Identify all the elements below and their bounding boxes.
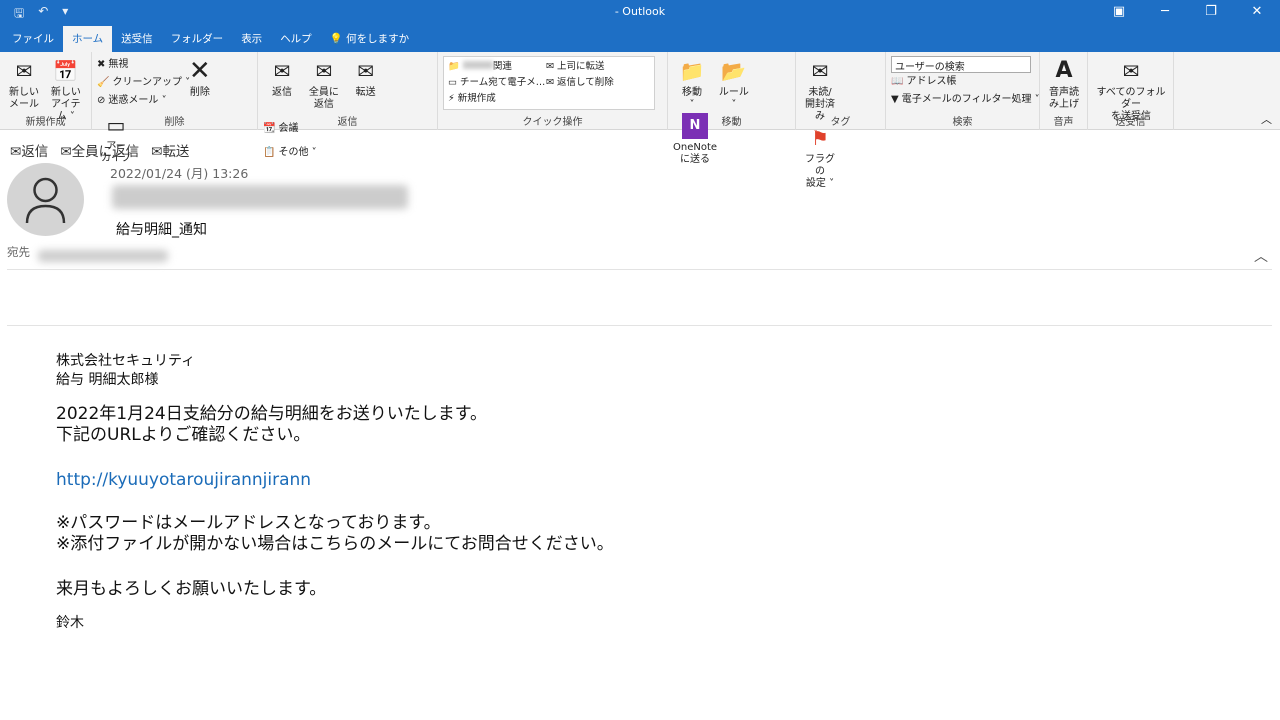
group-delete: ✖無視 🧹クリーンアップ ˅ ⊘迷惑メール ˅ ✕削除 ▭アーカイブ 削除 [92, 52, 258, 130]
group-quick-steps: 📁 関連 ▭ チーム宛て電子メ… ⚡ 新規作成 ✉ 上司に転送 ✉ 返信して削除… [438, 52, 668, 130]
person-icon [7, 163, 84, 236]
group-tags: ✉未読/開封済み ⚑フラグの設定 ˅ タグ [796, 52, 886, 130]
cleanup-icon: 🧹 [97, 77, 109, 88]
address-book-button[interactable]: 📖アドレス帳 [891, 73, 1034, 91]
reading-actions: ✉返信 ✉全員に返信 ✉転送 [10, 140, 189, 160]
reply-icon: ✉ [269, 58, 295, 84]
more-icon: 📋 [263, 147, 275, 158]
rules-button[interactable]: 📂ルール˅ [715, 56, 753, 111]
flag-icon: ⚑ [807, 125, 833, 151]
reply-all-icon: ✉ [311, 58, 337, 84]
ribbon-display-button[interactable]: ▣ [1096, 0, 1142, 26]
minimize-button[interactable]: ─ [1142, 0, 1188, 26]
ignore-button[interactable]: ✖無視 [97, 56, 177, 74]
search-people-input[interactable]: ユーザーの検索 [891, 56, 1031, 73]
cleanup-button[interactable]: 🧹クリーンアップ ˅ [97, 74, 177, 92]
forward-icon: ✉ [353, 58, 379, 84]
new-mail-icon: ✉ [11, 58, 37, 84]
collapse-ribbon-icon[interactable]: ︿ [1261, 111, 1272, 127]
read-aloud-icon: A [1051, 58, 1077, 84]
reply-action[interactable]: ✉返信 [10, 140, 48, 160]
envelope-open-icon: ✉ [807, 58, 833, 84]
address-book-icon: 📖 [891, 76, 903, 87]
group-speech: A音声読み上げ 音声 [1040, 52, 1088, 130]
reply-all-button[interactable]: ✉全員に返信 [305, 56, 343, 111]
move-button[interactable]: 📁移動˅ [673, 56, 711, 111]
reply-all-icon: ✉ [60, 144, 71, 160]
junk-icon: ⊘ [97, 95, 105, 106]
lightbulb-icon: 💡 [330, 33, 346, 45]
email-body: 株式会社セキュリティ 給与 明細太郎様 2022年1月24日支給分の給与明細をお… [56, 352, 614, 633]
reply-all-action[interactable]: ✉全員に返信 [60, 140, 139, 160]
rules-icon: 📂 [721, 58, 747, 84]
reply-icon: ✉ [10, 144, 21, 160]
new-mail-button[interactable]: ✉新しいメール [5, 56, 43, 111]
ignore-icon: ✖ [97, 59, 105, 70]
menu-tabs: ファイル ホーム 送受信 フォルダー 表示 ヘルプ 💡 何をしますか [0, 26, 1280, 52]
signature: 鈴木 [56, 614, 614, 633]
tab-home[interactable]: ホーム [63, 26, 112, 52]
group-send-receive: ✉すべてのフォルダーを送受信 送受信 [1088, 52, 1174, 130]
body-note: ※添付ファイルが開かない場合はこちらのメールにてお問合せください。 [56, 534, 614, 555]
email-subject: 給与明細_通知 [116, 219, 207, 239]
group-find: ユーザーの検索 📖アドレス帳 ▼電子メールのフィルター処理 ˅ 検索 [886, 52, 1040, 130]
forward-action[interactable]: ✉転送 [151, 140, 189, 160]
to-label: 宛先 [7, 244, 30, 260]
tab-view[interactable]: 表示 [232, 26, 271, 52]
close-button[interactable]: ✕ [1234, 0, 1280, 26]
title-bar: 🖫↶▾ - Outlook ▣ ─ ❐ ✕ [0, 0, 1280, 26]
body-note: ※パスワードはメールアドレスとなっております。 [56, 513, 614, 534]
quick-step-to-manager[interactable]: ✉ 上司に転送 [546, 59, 614, 75]
quick-step-team-email[interactable]: ▭ チーム宛て電子メ… [448, 75, 545, 91]
group-new: ✉新しいメール 📅新しいアイテム ˅ 新規作成 [0, 52, 92, 130]
divider [7, 325, 1272, 326]
tell-me-search[interactable]: 💡 何をしますか [321, 26, 418, 52]
junk-button[interactable]: ⊘迷惑メール ˅ [97, 92, 177, 110]
filter-email-button[interactable]: ▼電子メールのフィルター処理 ˅ [891, 91, 1034, 109]
delete-icon: ✕ [187, 58, 213, 84]
body-line: 下記のURLよりご確認ください。 [56, 425, 614, 446]
send-receive-icon: ✉ [1118, 58, 1144, 84]
body-line: 2022年1月24日支給分の給与明細をお送りいたします。 [56, 404, 614, 425]
tab-file[interactable]: ファイル [3, 26, 63, 52]
folder-move-icon: 📁 [679, 58, 705, 84]
closing: 来月もよろしくお願いいたします。 [56, 579, 614, 600]
quick-step-related[interactable]: 📁 関連 [448, 59, 545, 75]
window-title: - Outlook [0, 5, 1280, 18]
recipient-redacted [38, 250, 168, 262]
read-aloud-button[interactable]: A音声読み上げ [1045, 56, 1083, 111]
sent-date: 2022/01/24 (月) 13:26 [110, 163, 248, 182]
sender-avatar [7, 163, 84, 236]
tab-help[interactable]: ヘルプ [271, 26, 321, 52]
divider [7, 269, 1272, 270]
group-move: 📁移動˅ 📂ルール˅ NOneNoteに送る 移動 [668, 52, 796, 130]
more-respond-button[interactable]: 📋その他 ˅ [263, 141, 317, 165]
follow-up-button[interactable]: ⚑フラグの設定 ˅ [801, 123, 839, 190]
collapse-header-icon[interactable]: ︿ [1254, 246, 1268, 266]
quick-step-reply-delete[interactable]: ✉ 返信して削除 [546, 75, 614, 91]
delete-button[interactable]: ✕削除 [181, 56, 219, 99]
sender-address-redacted [112, 185, 408, 209]
filter-icon: ▼ [891, 94, 899, 105]
ribbon: ✉新しいメール 📅新しいアイテム ˅ 新規作成 ✖無視 🧹クリーンアップ ˅ ⊘… [0, 52, 1280, 130]
phishing-link[interactable]: http://kyuuyotaroujirannjirann [56, 470, 311, 490]
recipient-name: 給与 明細太郎様 [56, 371, 614, 390]
tab-folder[interactable]: フォルダー [162, 26, 233, 52]
forward-button[interactable]: ✉転送 [347, 56, 385, 99]
new-items-icon: 📅 [53, 58, 79, 84]
group-respond: ✉返信 ✉全員に返信 ✉転送 📆会議 📋その他 ˅ 返信 [258, 52, 438, 130]
restore-button[interactable]: ❐ [1188, 0, 1234, 26]
company-name: 株式会社セキュリティ [56, 352, 614, 371]
reply-button[interactable]: ✉返信 [263, 56, 301, 99]
forward-icon: ✉ [151, 144, 162, 160]
tab-send-receive[interactable]: 送受信 [112, 26, 162, 52]
quick-steps-gallery[interactable]: 📁 関連 ▭ チーム宛て電子メ… ⚡ 新規作成 ✉ 上司に転送 ✉ 返信して削除 [443, 56, 655, 110]
quick-step-new[interactable]: ⚡ 新規作成 [448, 91, 545, 107]
